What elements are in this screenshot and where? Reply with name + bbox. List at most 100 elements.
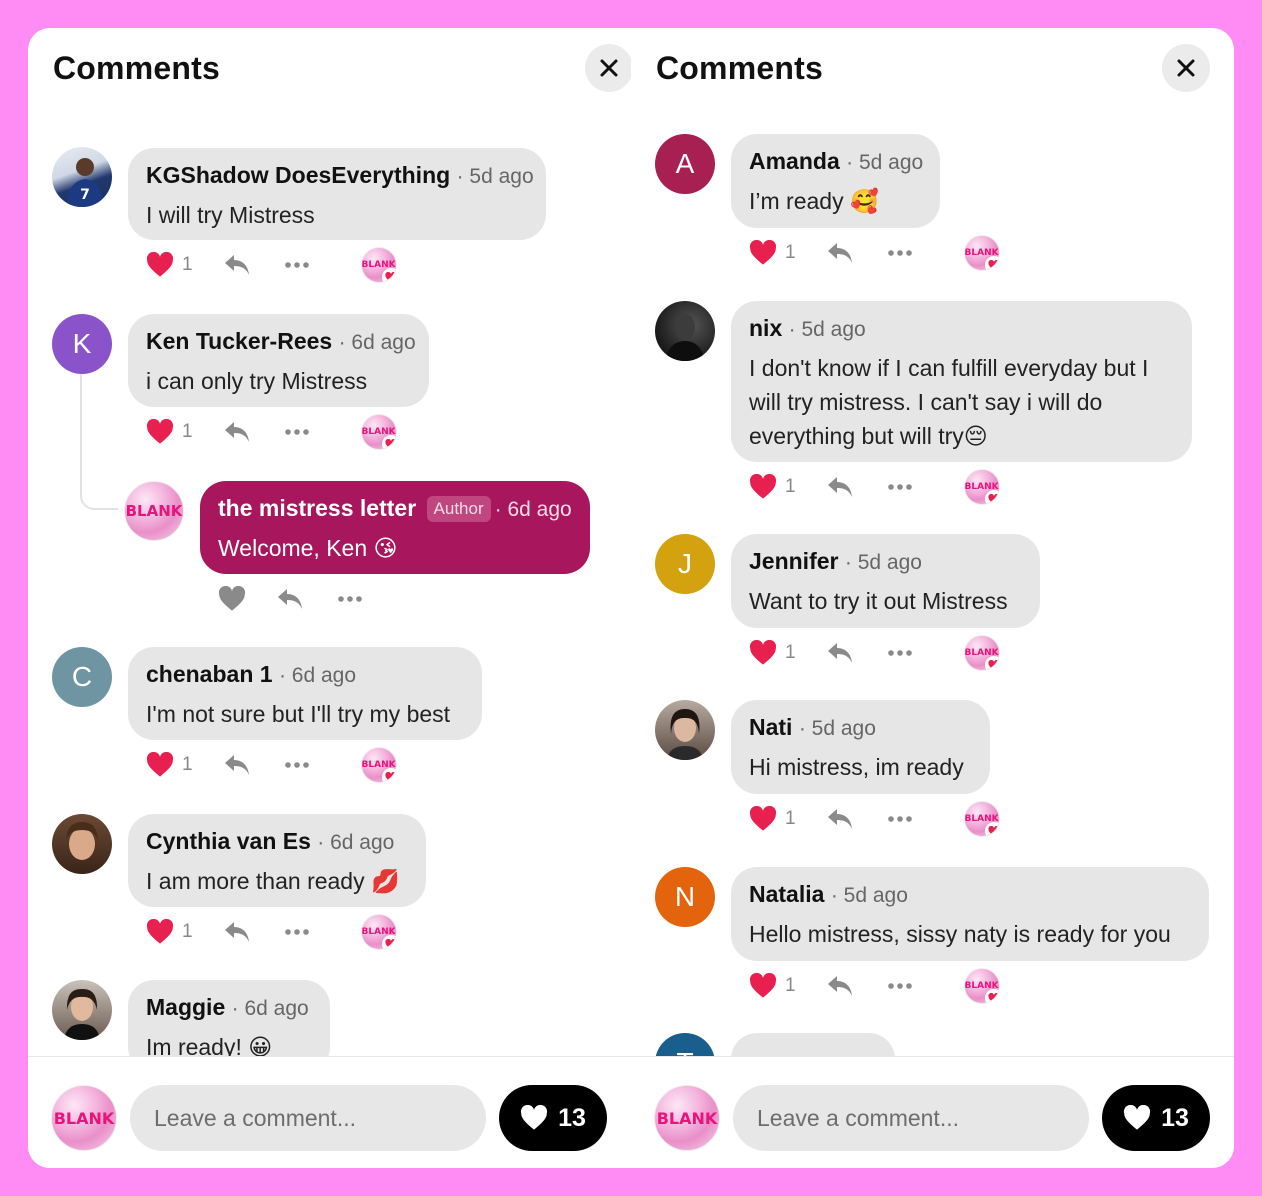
like-button[interactable]: 1 bbox=[146, 752, 193, 778]
comment-input[interactable] bbox=[130, 1085, 486, 1151]
like-button[interactable]: 1 bbox=[749, 474, 796, 500]
comments-panel-right: Comments A Amanda · 5d ago I’m ready 🥰 1 bbox=[631, 28, 1234, 1168]
comment-author[interactable]: the mistress letter bbox=[218, 495, 416, 521]
panel-title: Comments bbox=[53, 50, 220, 86]
close-button[interactable] bbox=[585, 44, 631, 92]
close-button[interactable] bbox=[1162, 44, 1210, 92]
avatar-photo bbox=[667, 709, 703, 760]
reply-icon bbox=[278, 589, 302, 609]
like-button[interactable]: 1 bbox=[146, 252, 193, 278]
more-options-button[interactable] bbox=[284, 262, 309, 268]
comment-list[interactable]: 7 KGShadow DoesEverything · 5d ago I wil… bbox=[28, 128, 631, 1056]
avatar-photo bbox=[66, 822, 98, 860]
user-avatar: BLANK bbox=[654, 1085, 720, 1151]
author-liked-avatar: BLANK bbox=[963, 235, 1000, 271]
comment-bubble: Amanda · 5d ago I’m ready 🥰 bbox=[731, 134, 940, 228]
comment-time: · 5d ago bbox=[788, 318, 866, 341]
reply-button[interactable] bbox=[826, 974, 854, 998]
author-liked-avatar: BLANK bbox=[360, 747, 397, 783]
avatar[interactable] bbox=[52, 980, 112, 1040]
like-count: 1 bbox=[785, 975, 796, 996]
more-options-button[interactable] bbox=[887, 983, 912, 989]
comment-bubble: Cynthia van Es · 6d ago I am more than r… bbox=[128, 814, 426, 907]
more-icon bbox=[284, 262, 309, 268]
avatar[interactable]: A bbox=[655, 134, 715, 194]
more-options-button[interactable] bbox=[284, 429, 309, 435]
comment-text: I am more than ready 💋 bbox=[146, 868, 400, 894]
like-count: 1 bbox=[182, 421, 193, 442]
comment-author[interactable]: nix bbox=[749, 315, 782, 341]
reply-button[interactable] bbox=[223, 253, 251, 277]
more-icon bbox=[284, 429, 309, 435]
reply-button[interactable] bbox=[223, 753, 251, 777]
reply-button[interactable] bbox=[276, 587, 304, 611]
comment-composer: BLANK 13 bbox=[28, 1056, 631, 1168]
avatar[interactable]: N bbox=[655, 867, 715, 927]
avatar-letter: K bbox=[72, 328, 92, 359]
avatar[interactable] bbox=[52, 814, 112, 874]
comment-bubble bbox=[731, 1033, 895, 1056]
comment-time: · 5d ago bbox=[844, 551, 922, 574]
like-count: 1 bbox=[182, 754, 193, 775]
comment-author[interactable]: KGShadow DoesEverything bbox=[146, 162, 450, 188]
more-options-button[interactable] bbox=[887, 250, 912, 256]
comment-list[interactable]: A Amanda · 5d ago I’m ready 🥰 1 BLANK ni… bbox=[631, 128, 1234, 1056]
reply-button[interactable] bbox=[826, 241, 854, 265]
close-icon bbox=[1177, 59, 1195, 77]
heart-icon bbox=[521, 1105, 548, 1130]
more-options-button[interactable] bbox=[887, 816, 912, 822]
avatar-letter: T bbox=[676, 1047, 693, 1056]
comment-time: · 6d ago bbox=[317, 831, 395, 854]
reply-button[interactable] bbox=[826, 641, 854, 665]
more-options-button[interactable] bbox=[887, 484, 912, 490]
like-button[interactable]: 1 bbox=[749, 806, 796, 832]
avatar[interactable]: J bbox=[655, 534, 715, 594]
more-icon bbox=[887, 983, 912, 989]
comment-author[interactable]: Natalia bbox=[749, 881, 824, 907]
comment-bubble: nix · 5d ago I don't know if I can fulfi… bbox=[731, 301, 1192, 462]
reply-button[interactable] bbox=[223, 920, 251, 944]
author-liked-avatar: BLANK bbox=[360, 247, 397, 283]
avatar-letter: J bbox=[678, 548, 692, 579]
avatar[interactable] bbox=[655, 301, 715, 361]
avatar[interactable] bbox=[655, 700, 715, 760]
reply-button[interactable] bbox=[223, 420, 251, 444]
comment-actions: 1 BLANK bbox=[749, 799, 1000, 839]
comment-bubble: Nati · 5d ago Hi mistress, im ready bbox=[731, 700, 990, 794]
more-options-button[interactable] bbox=[284, 762, 309, 768]
reply-button[interactable] bbox=[826, 475, 854, 499]
more-icon bbox=[338, 596, 362, 602]
author-avatar[interactable]: BLANK bbox=[124, 481, 184, 541]
more-options-button[interactable] bbox=[338, 596, 362, 602]
comment-author[interactable]: Amanda bbox=[749, 148, 840, 174]
avatar[interactable]: T bbox=[655, 1033, 715, 1056]
like-button[interactable]: 1 bbox=[749, 973, 796, 999]
like-button[interactable] bbox=[218, 586, 246, 612]
comment-text: i can only try Mistress bbox=[146, 368, 368, 394]
avatar[interactable]: K bbox=[52, 314, 112, 374]
like-button[interactable]: 1 bbox=[749, 640, 796, 666]
comments-panel-left: Comments 7 KGShadow DoesEverything · 5d … bbox=[28, 28, 631, 1168]
more-options-button[interactable] bbox=[284, 929, 309, 935]
comment-author[interactable]: Jennifer bbox=[749, 548, 838, 574]
heart-icon bbox=[988, 659, 999, 670]
post-like-button[interactable]: 13 bbox=[499, 1085, 607, 1151]
like-button[interactable]: 1 bbox=[749, 240, 796, 266]
comment-input[interactable] bbox=[733, 1085, 1089, 1151]
like-button[interactable]: 1 bbox=[146, 419, 193, 445]
like-button[interactable]: 1 bbox=[146, 919, 193, 945]
avatar[interactable]: 7 bbox=[52, 147, 112, 207]
reply-button[interactable] bbox=[826, 807, 854, 831]
post-like-button[interactable]: 13 bbox=[1102, 1085, 1210, 1151]
heart-icon bbox=[988, 493, 999, 504]
comment-author[interactable]: chenaban 1 bbox=[146, 661, 273, 687]
comment-composer: BLANK 13 bbox=[631, 1056, 1234, 1168]
more-options-button[interactable] bbox=[887, 650, 912, 656]
comment-author[interactable]: Cynthia van Es bbox=[146, 828, 311, 854]
comment-bubble: Maggie · 6d ago Im ready! 😀 bbox=[128, 980, 330, 1056]
comment-author[interactable]: Maggie bbox=[146, 994, 225, 1020]
comment-author[interactable]: Ken Tucker-Rees bbox=[146, 328, 332, 354]
comment-time: · 6d ago bbox=[338, 331, 416, 354]
avatar[interactable]: C bbox=[52, 647, 112, 707]
comment-author[interactable]: Nati bbox=[749, 714, 792, 740]
